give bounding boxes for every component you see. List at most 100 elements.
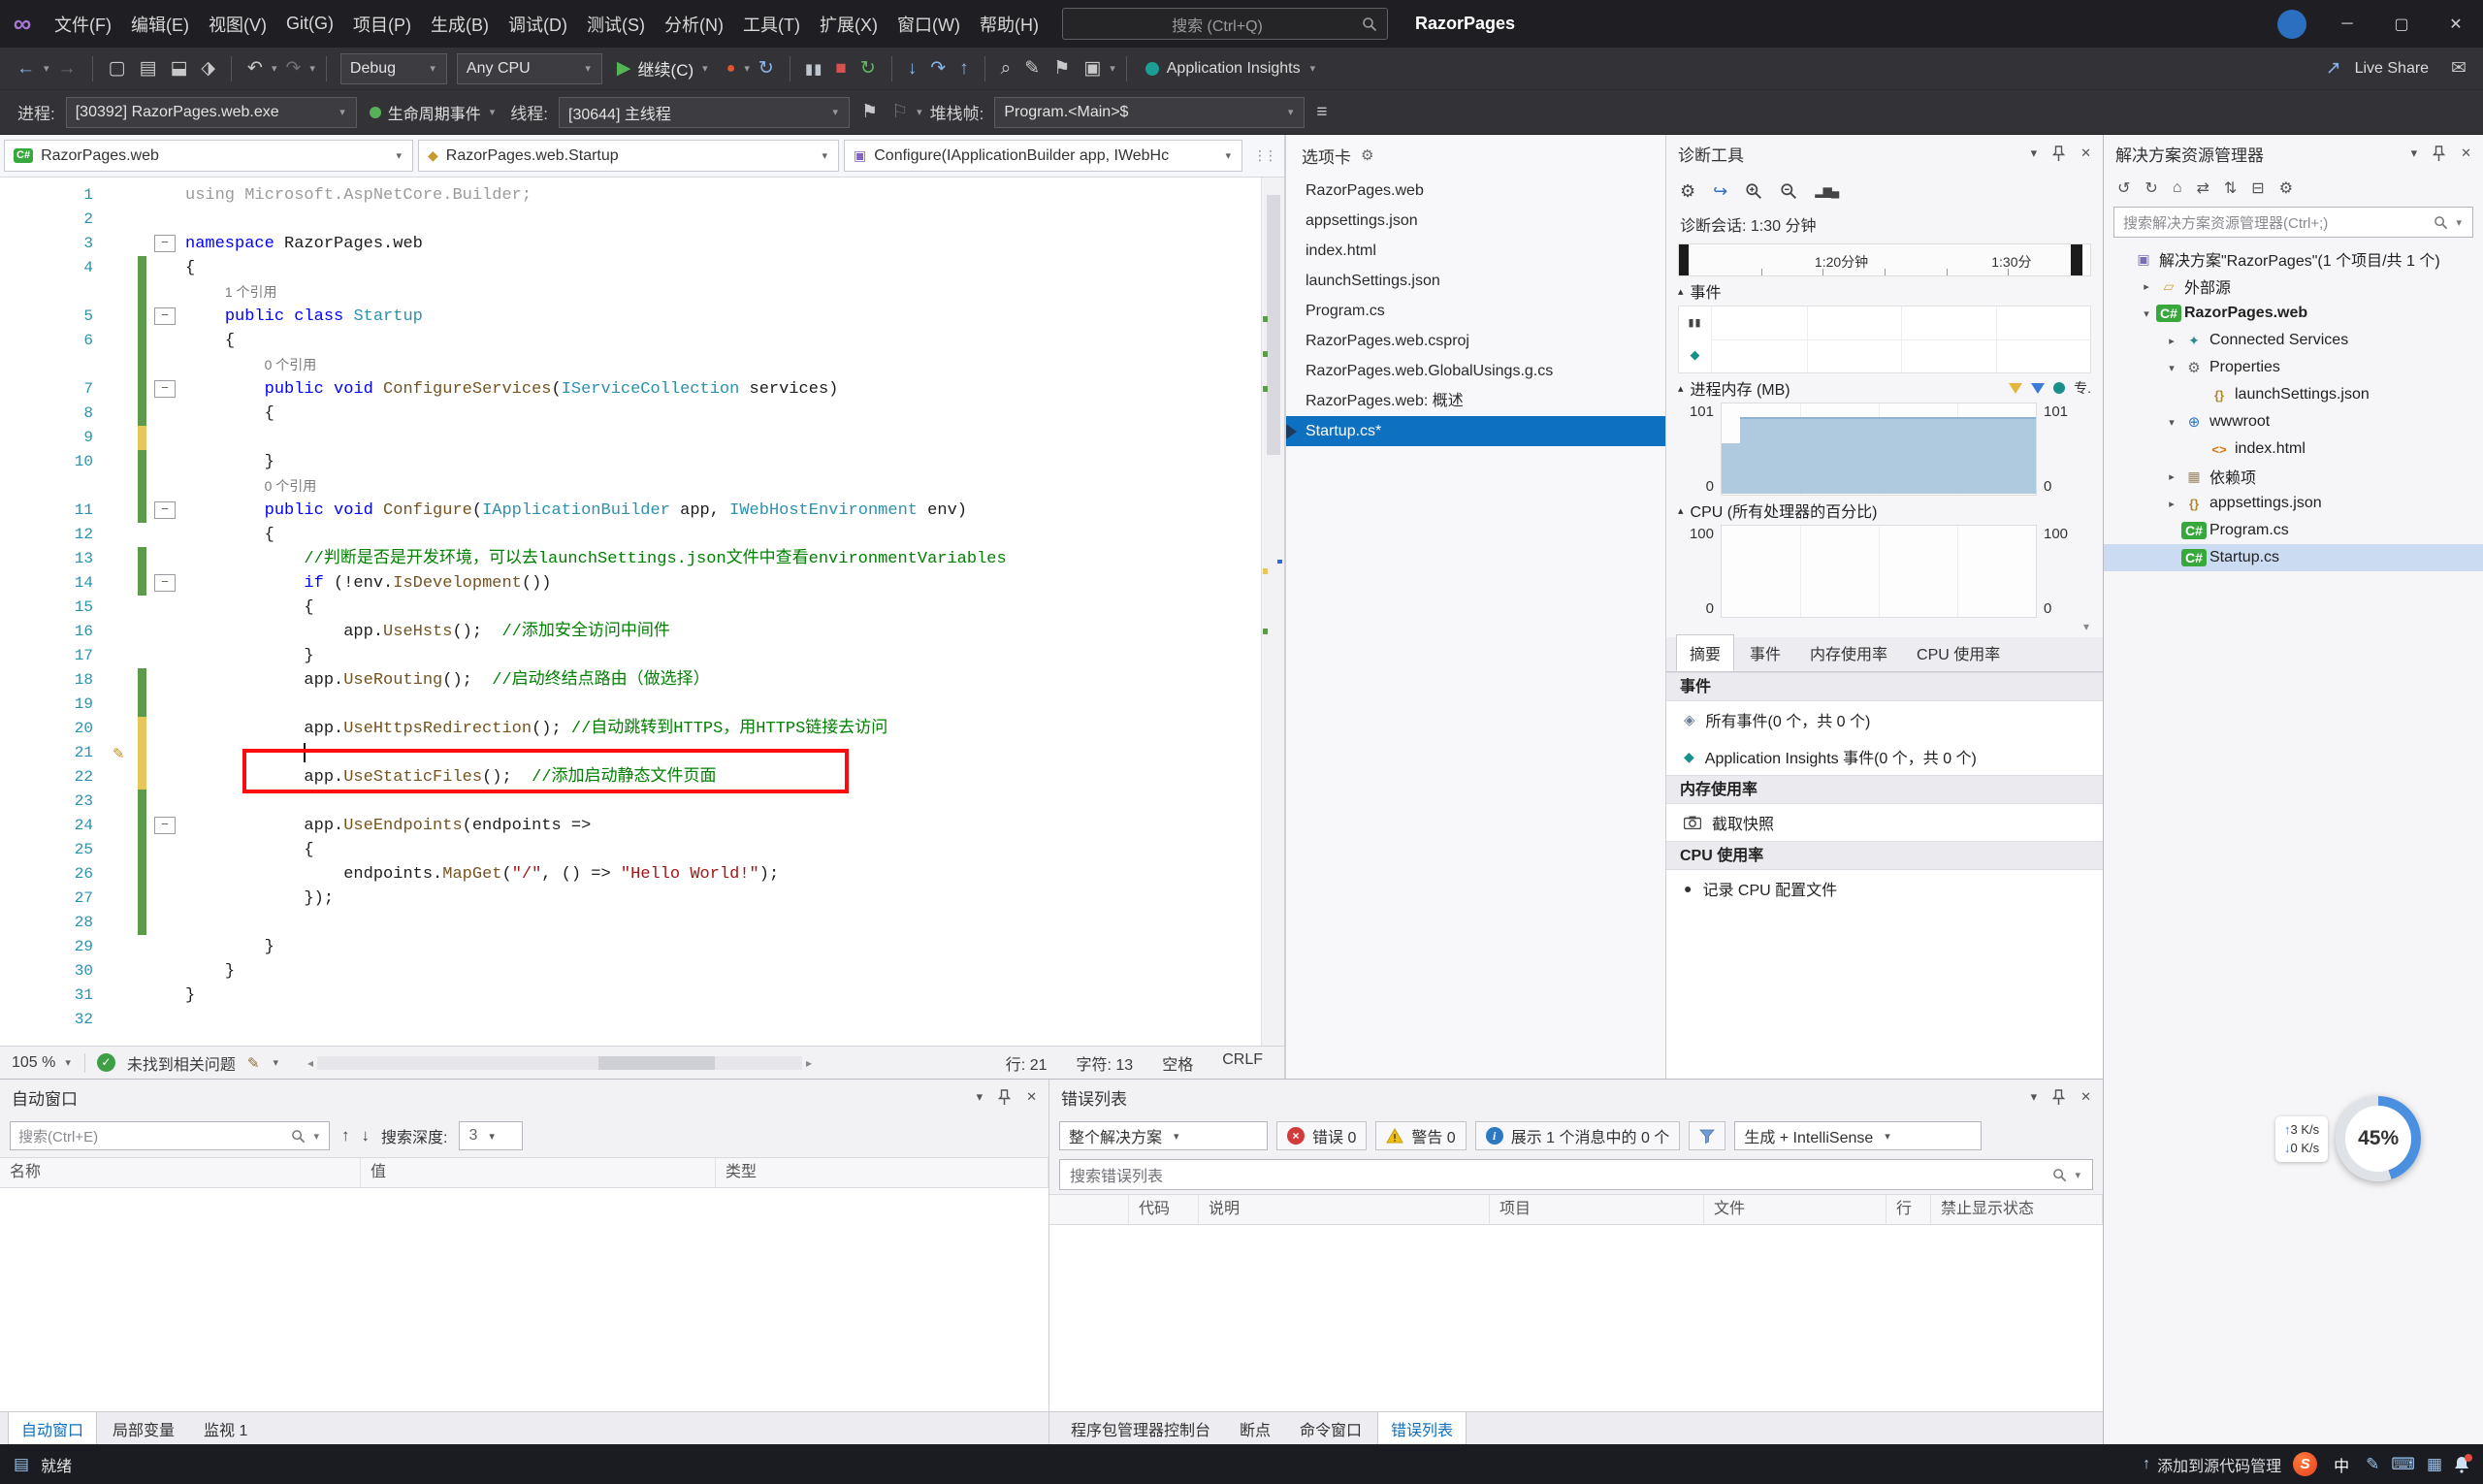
codelens-row[interactable]: 0 个引用	[0, 353, 1261, 377]
health-check-icon[interactable]: ✓	[97, 1053, 115, 1072]
code-line[interactable]: 21 ✎	[0, 741, 1261, 765]
undo-icon[interactable]: ↶	[247, 59, 263, 78]
panel-tab[interactable]: 摘要	[1676, 634, 1734, 671]
menu-item[interactable]: 编辑(E)	[121, 0, 199, 48]
network-speed-overlay[interactable]: ↑3 K/s ↓0 K/s 45%	[2275, 1096, 2421, 1181]
search-up-icon[interactable]: ↑	[341, 1126, 350, 1145]
tree-item[interactable]: ▣解决方案"RazorPages"(1 个项目/共 1 个)	[2104, 245, 2483, 273]
gear-icon[interactable]: ⚙	[1361, 146, 1373, 164]
column-header[interactable]: 行	[1886, 1195, 1931, 1224]
feedback-icon[interactable]: ✉	[2451, 59, 2467, 78]
step-over-icon[interactable]: ↷	[930, 59, 946, 78]
code-line[interactable]: 19	[0, 693, 1261, 717]
redo-caret[interactable]: ▾	[309, 62, 315, 75]
document-tab[interactable]: launchSettings.json	[1286, 266, 1665, 296]
scope-dropdown[interactable]: 整个解决方案▾	[1059, 1121, 1268, 1150]
autos-search-box[interactable]: 搜索(Ctrl+E) ▾	[10, 1121, 330, 1150]
forward-icon[interactable]: ↻	[2144, 178, 2157, 198]
tree-item[interactable]: ▸✦Connected Services	[2104, 327, 2483, 354]
menu-item[interactable]: 帮助(H)	[970, 0, 1048, 48]
events-section-header[interactable]: ▴ 事件	[1666, 276, 2103, 306]
background-tasks-icon[interactable]: ▤	[14, 1455, 29, 1474]
panel-tab[interactable]: 自动窗口	[8, 1411, 97, 1446]
document-tab[interactable]: Program.cs	[1286, 296, 1665, 326]
document-tab[interactable]: RazorPages.web: 概述	[1286, 386, 1665, 416]
menu-item[interactable]: Git(G)	[276, 0, 343, 48]
code-line[interactable]: 13 //判断是否是开发环境，可以去launchSettings.json文件中…	[0, 547, 1261, 571]
collapse-all-icon[interactable]: ⊟	[2251, 178, 2264, 198]
pin-icon[interactable]	[998, 1089, 1011, 1106]
menu-item[interactable]: 视图(V)	[199, 0, 276, 48]
menu-item[interactable]: 文件(F)	[45, 0, 121, 48]
code-line[interactable]: 29 }	[0, 935, 1261, 959]
menu-item[interactable]: 调试(D)	[499, 0, 577, 48]
column-header[interactable]: 禁止显示状态	[1931, 1195, 2103, 1224]
code-line[interactable]: 31}	[0, 984, 1261, 1008]
fold-marker[interactable]: −	[154, 501, 176, 519]
code-line[interactable]: 15 {	[0, 596, 1261, 620]
search-depth-dropdown[interactable]: 3▾	[459, 1121, 523, 1150]
eol-indicator[interactable]: CRLF	[1222, 1051, 1263, 1075]
scroll-down-arrow[interactable]: ▾	[1666, 618, 2103, 633]
tree-item[interactable]: C#Program.cs	[2104, 517, 2483, 544]
code-cleanup-caret[interactable]: ▾	[274, 1056, 279, 1069]
codelens-row[interactable]: 0 个引用	[0, 474, 1261, 499]
panel-tab[interactable]: CPU 使用率	[1903, 634, 2014, 671]
user-avatar[interactable]	[2277, 10, 2306, 39]
panel-tab[interactable]: 错误列表	[1377, 1411, 1467, 1446]
navigate-forward-icon[interactable]: →	[58, 59, 77, 78]
expander-icon[interactable]: ▾	[2162, 362, 2181, 374]
performance-ball[interactable]: 45%	[2336, 1096, 2421, 1181]
code-line[interactable]: 25 {	[0, 838, 1261, 862]
panel-tab[interactable]: 内存使用率	[1796, 634, 1901, 671]
document-tab[interactable]: RazorPages.web.csproj	[1286, 326, 1665, 356]
notifications-bell[interactable]	[2454, 1456, 2469, 1473]
flag-icon[interactable]: ⚑	[861, 103, 878, 121]
document-tab[interactable]: index.html	[1286, 236, 1665, 266]
menu-item[interactable]: 扩展(X)	[810, 0, 887, 48]
fold-marker[interactable]: −	[154, 380, 176, 398]
switch-views-icon[interactable]: ⇄	[2196, 178, 2209, 198]
menu-item[interactable]: 分析(N)	[655, 0, 733, 48]
search-options-caret[interactable]: ▾	[2456, 216, 2462, 229]
layout-grid-icon[interactable]: ▦	[2427, 1455, 2442, 1474]
maximize-button[interactable]: ▢	[2374, 0, 2429, 48]
break-all-icon[interactable]: ▮▮	[805, 60, 823, 78]
expander-icon[interactable]: ▾	[2162, 416, 2181, 429]
application-insights-button[interactable]: Application Insights▾	[1145, 60, 1317, 78]
misc-tool-icon[interactable]: ▣	[1083, 59, 1101, 78]
panel-tab[interactable]: 程序包管理器控制台	[1057, 1411, 1224, 1446]
expander-icon[interactable]: ▸	[2162, 470, 2181, 483]
tree-item[interactable]: ▸{}appsettings.json	[2104, 490, 2483, 517]
column-header[interactable]: 值	[361, 1158, 716, 1187]
errors-filter-button[interactable]: ×错误 0	[1276, 1121, 1367, 1150]
comment-icon[interactable]: ✎	[1024, 59, 1040, 78]
minimize-button[interactable]: ─	[2320, 0, 2374, 48]
expander-icon[interactable]: ▸	[2137, 280, 2156, 293]
fold-marker[interactable]: −	[154, 235, 176, 252]
timeline-chart-icon[interactable]: ▂▆▄	[1815, 184, 1838, 198]
solution-search-box[interactable]: 搜索解决方案资源管理器(Ctrl+;) ▾	[2113, 207, 2473, 238]
open-file-icon[interactable]: ▤	[139, 59, 156, 78]
document-tab[interactable]: RazorPages.web.GlobalUsings.g.cs	[1286, 356, 1665, 386]
code-line[interactable]: 9	[0, 426, 1261, 450]
window-position-caret[interactable]: ▾	[2031, 1089, 2038, 1105]
code-line[interactable]: 7− public void ConfigureServices(IServic…	[0, 377, 1261, 402]
code-line[interactable]: 3−namespace RazorPages.web	[0, 232, 1261, 256]
navigate-back-caret[interactable]: ▾	[44, 62, 49, 75]
tree-item[interactable]: <>index.html	[2104, 436, 2483, 463]
code-line[interactable]: 24− app.UseEndpoints(endpoints =>	[0, 814, 1261, 838]
code-line[interactable]: 22 app.UseStaticFiles(); //添加启动静态文件页面	[0, 765, 1261, 790]
live-share-button[interactable]: ↗Live Share	[2319, 59, 2429, 78]
scroll-left-arrow[interactable]: ◂	[307, 1056, 313, 1070]
document-tab[interactable]: RazorPages.web	[1286, 176, 1665, 206]
menu-item[interactable]: 窗口(W)	[887, 0, 970, 48]
flags-caret[interactable]: ▾	[917, 106, 922, 118]
keyboard-icon[interactable]: ⌨	[2391, 1455, 2415, 1474]
code-line[interactable]: 14− if (!env.IsDevelopment())	[0, 571, 1261, 596]
find-in-code-icon[interactable]: ⌕	[1001, 59, 1012, 78]
pen-icon[interactable]: ✎	[2366, 1455, 2379, 1474]
expander-icon[interactable]: ▾	[2137, 307, 2156, 320]
expander-icon[interactable]: ▸	[2162, 498, 2181, 510]
pin-icon[interactable]	[2052, 1089, 2065, 1106]
